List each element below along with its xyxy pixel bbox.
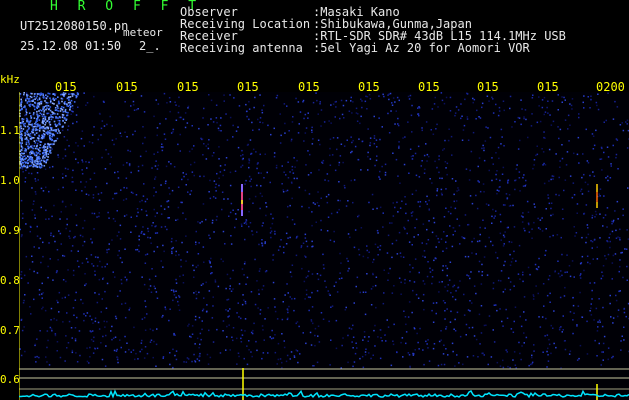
y-tick-label: 1.0: [0, 174, 20, 187]
y-tick-label: 0.6: [0, 373, 20, 386]
antenna-value: :5el Yagi Az 20 for Aomori VOR: [313, 41, 530, 55]
y-axis-unit: kHz: [0, 73, 20, 86]
y-tick-label: 0.9: [0, 224, 20, 237]
file-name: UT2512080150.pn: [20, 19, 129, 33]
spectrogram: [19, 92, 629, 400]
meteor-label: meteor: [123, 26, 163, 39]
date-time: 25.12.08 01:50: [20, 39, 122, 53]
antenna-label: Receiving antenna: [180, 41, 303, 55]
y-tick-label: 0.8: [0, 274, 20, 287]
meteor-count: 2_.: [139, 39, 161, 53]
y-tick-label: 0.7: [0, 324, 20, 337]
y-tick-label: 1.1: [0, 124, 20, 137]
spectrogram-canvas: [19, 92, 629, 400]
